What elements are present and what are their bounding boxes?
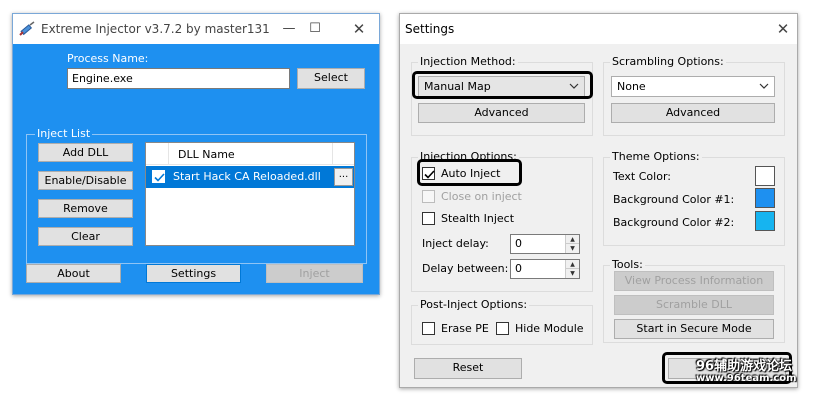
hide-module-label[interactable]: Hide Module <box>515 322 584 335</box>
spin-up-icon[interactable]: ▲ <box>566 235 579 244</box>
inject-delay-label: Inject delay: <box>422 237 489 250</box>
close-button[interactable]: ✕ <box>772 19 794 39</box>
chevron-down-icon <box>759 83 769 89</box>
hide-module-checkbox[interactable] <box>496 322 509 335</box>
watermark-line-1: 96辅助游戏论坛 <box>696 359 793 374</box>
dll-name-column-header[interactable]: DLL Name <box>178 148 235 161</box>
scramble-dll-button[interactable]: Scramble DLL <box>614 295 774 315</box>
dll-enabled-checkbox[interactable] <box>152 170 165 183</box>
browse-dll-button[interactable]: ... <box>334 168 353 186</box>
checkmark-icon <box>424 170 435 179</box>
close-button[interactable]: ✕ <box>346 19 372 39</box>
injection-options-label: Injection Options: <box>418 150 519 163</box>
select-process-button[interactable]: Select <box>297 68 365 89</box>
text-color-label: Text Color: <box>613 170 671 183</box>
clear-button[interactable]: Clear <box>38 227 133 246</box>
injection-method-value: Manual Map <box>424 80 491 93</box>
inject-list-label: Inject List <box>35 127 93 140</box>
watermark: 96辅助游戏论坛 www.96team.com <box>696 355 806 388</box>
close-on-inject-checkbox[interactable] <box>422 190 435 203</box>
scrambling-advanced-button[interactable]: Advanced <box>611 103 775 123</box>
post-inject-options-label: Post-Inject Options: <box>418 298 530 311</box>
tools-label: Tools: <box>610 258 645 271</box>
enable-disable-button[interactable]: Enable/Disable <box>38 171 133 190</box>
injector-window: Extreme Injector v3.7.2 by master131 — ☐… <box>12 13 380 295</box>
spin-down-icon[interactable]: ▼ <box>566 269 579 278</box>
delay-between-value: 0 <box>515 262 522 275</box>
stealth-inject-label[interactable]: Stealth Inject <box>441 212 514 225</box>
minimize-button[interactable]: — <box>276 19 302 39</box>
settings-window: Settings ✕ Injection Method: Manual Map … <box>399 13 798 388</box>
inject-delay-spinner[interactable]: 0 ▲ ▼ <box>510 234 580 254</box>
reset-button[interactable]: Reset <box>414 358 522 379</box>
injector-title: Extreme Injector v3.7.2 by master131 <box>41 22 270 36</box>
injection-method-select[interactable]: Manual Map <box>418 76 585 97</box>
about-button[interactable]: About <box>26 264 121 283</box>
stealth-inject-checkbox[interactable] <box>422 212 435 225</box>
inject-button[interactable]: Inject <box>266 264 363 283</box>
erase-pe-checkbox[interactable] <box>422 322 435 335</box>
header-divider <box>168 143 169 165</box>
background-color-1-swatch[interactable] <box>755 188 775 208</box>
scrambling-options-label: Scrambling Options: <box>610 55 726 68</box>
spin-down-icon[interactable]: ▼ <box>566 244 579 253</box>
process-name-input[interactable]: Engine.exe <box>67 68 290 89</box>
injector-titlebar[interactable]: Extreme Injector v3.7.2 by master131 — ☐… <box>13 14 379 44</box>
chevron-down-icon <box>569 83 579 89</box>
settings-button[interactable]: Settings <box>146 264 241 283</box>
settings-title: Settings <box>405 22 455 36</box>
scrambling-value: None <box>617 80 646 93</box>
spinner-buttons[interactable]: ▲ ▼ <box>565 235 579 253</box>
checkmark-icon <box>154 173 165 182</box>
watermark-line-2: www.96team.com <box>696 373 797 384</box>
text-color-swatch[interactable] <box>755 166 775 186</box>
maximize-button[interactable]: ☐ <box>302 19 328 39</box>
auto-inject-label[interactable]: Auto Inject <box>441 167 500 180</box>
injection-advanced-button[interactable]: Advanced <box>418 103 585 123</box>
spin-up-icon[interactable]: ▲ <box>566 260 579 269</box>
dll-list-row[interactable]: Start Hack CA Reloaded.dll ... <box>146 166 354 188</box>
remove-button[interactable]: Remove <box>38 199 133 218</box>
dll-list-header: DLL Name <box>146 143 354 165</box>
scrambling-select[interactable]: None <box>611 76 775 97</box>
injection-method-group: Injection Method: <box>411 55 593 136</box>
select-button-label: Select <box>314 71 348 84</box>
dll-list[interactable]: DLL Name Start Hack CA Reloaded.dll ... <box>145 142 355 246</box>
settings-titlebar[interactable]: Settings ✕ <box>400 14 797 44</box>
start-secure-mode-button[interactable]: Start in Secure Mode <box>614 319 774 339</box>
auto-inject-checkbox[interactable] <box>422 167 435 180</box>
syringe-icon <box>19 21 35 37</box>
background-color-1-label: Background Color #1: <box>613 193 735 206</box>
erase-pe-label[interactable]: Erase PE <box>441 322 489 335</box>
dll-name-cell: Start Hack CA Reloaded.dll <box>173 170 321 183</box>
theme-options-label: Theme Options: <box>610 150 702 163</box>
inject-delay-value: 0 <box>515 237 522 250</box>
scrambling-options-group: Scrambling Options: <box>603 55 785 136</box>
injection-method-label: Injection Method: <box>418 55 518 68</box>
view-process-information-button[interactable]: View Process Information <box>614 271 774 291</box>
add-dll-button[interactable]: Add DLL <box>38 143 133 162</box>
close-on-inject-label[interactable]: Close on inject <box>441 190 522 203</box>
delay-between-label: Delay between: <box>422 262 509 275</box>
process-name-label: Process Name: <box>67 52 149 65</box>
header-divider <box>332 143 333 165</box>
background-color-2-label: Background Color #2: <box>613 216 735 229</box>
delay-between-spinner[interactable]: 0 ▲ ▼ <box>510 259 580 279</box>
spinner-buttons[interactable]: ▲ ▼ <box>565 260 579 278</box>
background-color-2-swatch[interactable] <box>755 211 775 231</box>
